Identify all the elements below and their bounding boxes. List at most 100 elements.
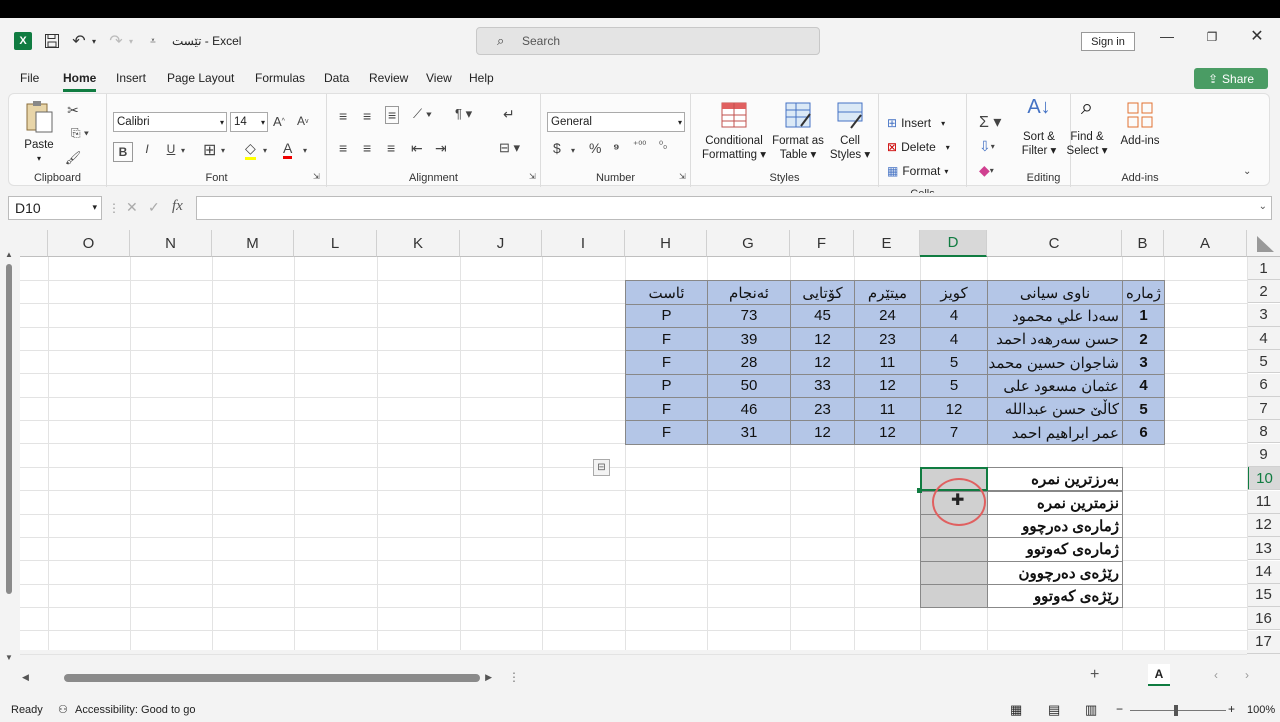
table-cell-c4[interactable]: حسن سەرهەد احمد — [987, 327, 1123, 352]
format-as-table-button[interactable]: Format as Table ▾ — [771, 100, 825, 162]
stats-label-11[interactable]: نزمترین نمرە — [987, 490, 1123, 515]
fill-dropdown-icon[interactable]: ▾ — [263, 146, 267, 155]
table-header-f[interactable]: کۆتایی — [790, 280, 855, 305]
align-bottom-icon[interactable]: ≡ — [385, 106, 400, 124]
table-cell-h6[interactable]: P — [625, 373, 708, 399]
split-handle-icon[interactable]: ⋮ — [508, 670, 520, 684]
align-right-icon[interactable]: ≡ — [387, 140, 395, 156]
table-cell-h8[interactable]: F — [625, 420, 708, 445]
horizontal-scrollbar[interactable]: ◀ ▶ — [18, 670, 496, 686]
tab-review[interactable]: Review — [369, 71, 408, 85]
column-header-h[interactable]: H — [625, 230, 707, 257]
currency-button[interactable]: $ — [553, 140, 561, 156]
align-center-icon[interactable]: ≡ — [363, 140, 371, 156]
column-header-c[interactable]: C — [987, 230, 1122, 257]
confirm-entry-icon[interactable]: ✓ — [148, 199, 160, 216]
font-color-dropdown-icon[interactable]: ▾ — [303, 146, 307, 155]
align-middle-icon[interactable]: ≡ — [363, 108, 371, 124]
copy-icon[interactable]: ⎘ ▾ — [65, 126, 95, 141]
formula-input[interactable]: ⌄ — [196, 196, 1272, 220]
borders-icon[interactable]: ⊞ — [203, 140, 216, 160]
table-cell-h3[interactable]: P — [625, 303, 708, 329]
zoom-in-icon[interactable]: + — [1228, 702, 1235, 716]
zoom-out-icon[interactable]: − — [1116, 702, 1123, 716]
find-select-button[interactable]: ⌕ Find & Select ▾ — [1065, 96, 1109, 158]
tab-help[interactable]: Help — [469, 71, 494, 85]
table-cell-d6[interactable]: 5 — [920, 373, 988, 399]
table-cell-d7[interactable]: 12 — [920, 397, 988, 422]
table-cell-e3[interactable]: 24 — [854, 303, 921, 329]
worksheet-grid[interactable]: ONMLKJIHGFEDCBA 1 2 3 4 5 6 7 8 9 10 11 12 13 14 15 16 1… — [0, 230, 1280, 655]
table-cell-e4[interactable]: 23 — [854, 327, 921, 352]
delete-cells-button[interactable]: ⊠ Delete ▾ — [887, 140, 950, 154]
table-cell-c6[interactable]: عثمان مسعود علی — [987, 373, 1123, 399]
column-header-i[interactable]: I — [542, 230, 625, 257]
table-cell-d3[interactable]: 4 — [920, 303, 988, 329]
percent-button[interactable]: % — [589, 140, 601, 156]
row-header-13[interactable]: 13 — [1247, 537, 1280, 561]
table-cell-c7[interactable]: کاڵێ حسن عبدالله — [987, 397, 1123, 422]
table-cell-e5[interactable]: 11 — [854, 350, 921, 375]
table-cell-b6[interactable]: 4 — [1122, 373, 1165, 399]
stats-value-d13[interactable] — [920, 537, 988, 562]
page-break-view-icon[interactable]: ▥ — [1085, 702, 1097, 718]
row-header-7[interactable]: 7 — [1247, 397, 1280, 421]
decrease-decimal-icon[interactable]: ⁰₀ — [659, 140, 667, 151]
format-cells-button[interactable]: ▦ Format ▾ — [887, 164, 948, 178]
merge-center-icon[interactable]: ⊟ ▾ — [499, 140, 520, 156]
increase-indent-icon[interactable]: ⇥ — [435, 140, 447, 157]
column-header-n[interactable]: N — [130, 230, 212, 257]
paste-options-icon[interactable]: ⊟ — [593, 459, 610, 476]
underline-dropdown-icon[interactable]: ▾ — [181, 146, 185, 155]
name-box[interactable]: D10 ▾ — [8, 196, 102, 220]
stats-label-15[interactable]: رێژەی کەوتوو — [987, 583, 1123, 609]
page-layout-view-icon[interactable]: ▤ — [1048, 702, 1060, 718]
bold-button[interactable]: B — [113, 142, 133, 162]
table-header-e[interactable]: میتێرم — [854, 280, 921, 305]
column-header-partial[interactable] — [20, 230, 48, 257]
zoom-level[interactable]: 100% — [1247, 704, 1275, 716]
column-header-a[interactable]: A — [1164, 230, 1247, 257]
tab-view[interactable]: View — [426, 71, 452, 85]
comma-button[interactable]: ⁹ — [613, 140, 620, 156]
paste-button[interactable]: Paste ▾ — [19, 100, 59, 166]
row-header-9[interactable]: 9 — [1247, 443, 1280, 467]
table-cell-f7[interactable]: 23 — [790, 397, 855, 422]
cut-icon[interactable]: ✂ — [65, 102, 81, 119]
zoom-slider[interactable] — [1130, 710, 1226, 711]
row-header-8[interactable]: 8 — [1247, 420, 1280, 444]
row-header-1[interactable]: 1 — [1247, 257, 1280, 280]
row-header-12[interactable]: 12 — [1247, 513, 1280, 537]
column-header-l[interactable]: L — [294, 230, 377, 257]
zoom-slider-thumb[interactable] — [1174, 705, 1178, 716]
tab-data[interactable]: Data — [324, 71, 349, 85]
new-sheet-button[interactable]: + — [1090, 666, 1099, 684]
horizontal-scroll-thumb[interactable] — [64, 674, 480, 682]
table-cell-d5[interactable]: 5 — [920, 350, 988, 375]
stats-label-13[interactable]: ژمارەی کەوتوو — [987, 537, 1123, 562]
column-header-e[interactable]: E — [854, 230, 920, 257]
share-button[interactable]: ⇪ Share — [1194, 68, 1268, 89]
number-format-select[interactable]: General ▾ — [547, 112, 685, 132]
fill-color-icon[interactable]: ◇ — [245, 140, 256, 160]
tab-home[interactable]: Home — [63, 71, 97, 92]
underline-button[interactable]: U — [163, 142, 179, 156]
column-header-g[interactable]: G — [707, 230, 790, 257]
row-header-10[interactable]: 10 — [1247, 467, 1280, 491]
table-cell-c8[interactable]: عمر ابراهيم احمد — [987, 420, 1123, 445]
table-cell-b3[interactable]: 1 — [1122, 303, 1165, 329]
sheet-tab-icon[interactable]: A — [1148, 664, 1170, 686]
column-header-d[interactable]: D — [920, 230, 987, 257]
tab-page-layout[interactable]: Page Layout — [167, 71, 234, 85]
table-cell-h5[interactable]: F — [625, 350, 708, 375]
stats-value-d15[interactable] — [920, 583, 988, 609]
collapse-ribbon-icon[interactable]: ⌄ — [1243, 166, 1251, 177]
column-header-k[interactable]: K — [377, 230, 460, 257]
vertical-scroll-thumb[interactable] — [6, 264, 12, 594]
vertical-scrollbar[interactable]: ▲ ▼ — [3, 250, 17, 662]
stats-label-12[interactable]: ژمارەی دەرچوو — [987, 513, 1123, 539]
font-name-select[interactable]: Calibri ▾ — [113, 112, 227, 132]
insert-function-button[interactable]: fx — [172, 198, 183, 215]
row-header-11[interactable]: 11 — [1247, 490, 1280, 514]
tab-formulas[interactable]: Formulas — [255, 71, 305, 85]
